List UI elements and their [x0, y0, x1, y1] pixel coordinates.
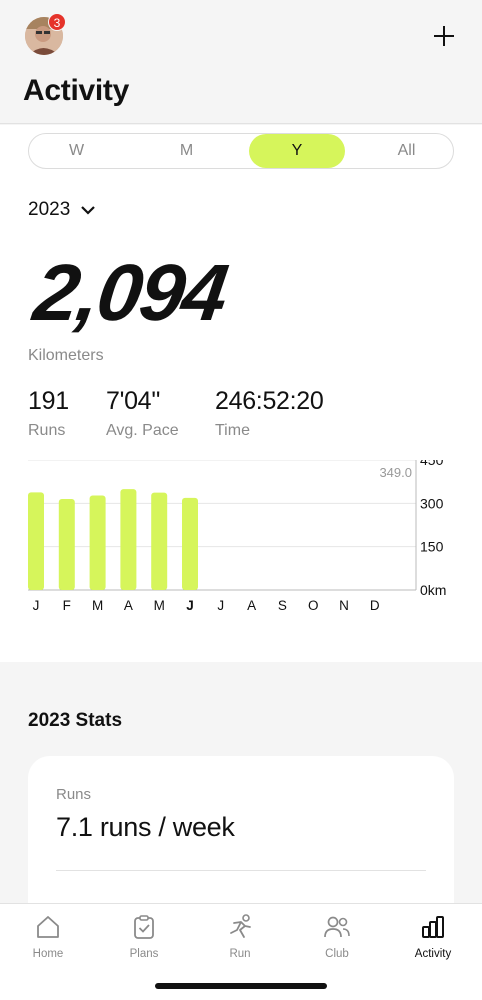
chart-y-tick-label: 450 [420, 460, 444, 468]
segment-all[interactable]: All [359, 134, 454, 168]
chart-y-tick-label: 150 [420, 539, 444, 555]
stat-runs: 191 Runs [28, 387, 69, 440]
year-stats-title: 2023 Stats [28, 710, 123, 731]
chevron-down-icon [81, 206, 96, 215]
tab-plans-label: Plans [129, 948, 159, 960]
chart-y-tick-label: 300 [420, 495, 444, 511]
total-distance-unit: Kilometers [28, 347, 104, 364]
home-indicator [155, 983, 327, 989]
notification-badge: 3 [48, 13, 66, 31]
activity-content: W M Y All 2023 2,094 Kilometers 191 Runs… [0, 125, 482, 662]
chart-bar [58, 499, 75, 590]
chart-bar [28, 492, 44, 590]
chart-x-tick-label: O [308, 598, 319, 613]
stat-time-label: Time [215, 422, 250, 439]
chart-x-tick-label: S [278, 598, 287, 613]
tab-run-label: Run [229, 948, 251, 960]
tab-plans[interactable]: Plans [96, 912, 192, 960]
chart-bar [182, 497, 198, 590]
chart-x-tick-label: J [186, 598, 194, 613]
clipboard-check-icon [96, 912, 192, 942]
stat-time-value: 246:52:20 [215, 387, 324, 415]
stat-runs-label: Runs [28, 422, 66, 439]
tab-club-label: Club [325, 948, 349, 960]
segment-week[interactable]: W [29, 134, 124, 168]
monthly-distance-chart: 450 300 150 0km 349.0 J F M A M J J A S O N D [28, 460, 446, 613]
page-title: Activity [23, 74, 129, 107]
tab-run[interactable]: Run [192, 912, 288, 960]
tab-activity-label: Activity [414, 948, 452, 960]
stat-pace: 7'04'' Avg. Pace [106, 387, 179, 440]
top-bar: 3 Activity [0, 0, 482, 124]
year-selector[interactable]: 2023 [28, 199, 96, 221]
stat-pace-value: 7'04'' [106, 387, 161, 415]
segment-month[interactable]: M [139, 134, 234, 168]
chart-x-tick-label: A [124, 598, 133, 613]
chart-x-tick-label: F [63, 598, 71, 613]
runner-icon [192, 912, 288, 942]
chart-x-tick-label: D [370, 598, 380, 613]
runs-per-week-label: Runs [56, 786, 92, 803]
stat-runs-value: 191 [28, 387, 69, 415]
chart-x-tick-label: M [92, 598, 103, 613]
chart-x-tick-label: J [33, 598, 40, 613]
runs-per-week-value: 7.1 runs / week [56, 812, 235, 842]
add-icon[interactable] [430, 22, 458, 50]
total-distance: 2,094 [28, 248, 232, 337]
tab-home-label: Home [32, 948, 64, 960]
stat-time: 246:52:20 Time [215, 387, 324, 440]
tab-club[interactable]: Club [289, 912, 385, 960]
period-segmented-control: W M Y All [28, 133, 454, 169]
segment-year[interactable]: Y [249, 134, 345, 168]
chart-x-tick-label: M [154, 598, 165, 613]
chart-x-tick-label: N [339, 598, 349, 613]
chart-bar [151, 492, 168, 590]
chart-max-label: 349.0 [379, 465, 412, 480]
year-selector-label: 2023 [28, 199, 71, 220]
chart-y-tick-label: 0km [420, 582, 446, 598]
chart-x-tick-label: J [217, 598, 224, 613]
tab-activity[interactable]: Activity [385, 912, 481, 960]
people-icon [289, 912, 385, 942]
tab-home[interactable]: Home [0, 912, 96, 960]
chart-x-tick-label: A [247, 598, 256, 613]
home-icon [0, 912, 96, 942]
card-divider [56, 870, 426, 871]
chart-bar [120, 489, 137, 590]
stat-pace-label: Avg. Pace [106, 422, 179, 439]
chart-bar [89, 495, 106, 590]
bar-chart-icon [385, 912, 481, 942]
